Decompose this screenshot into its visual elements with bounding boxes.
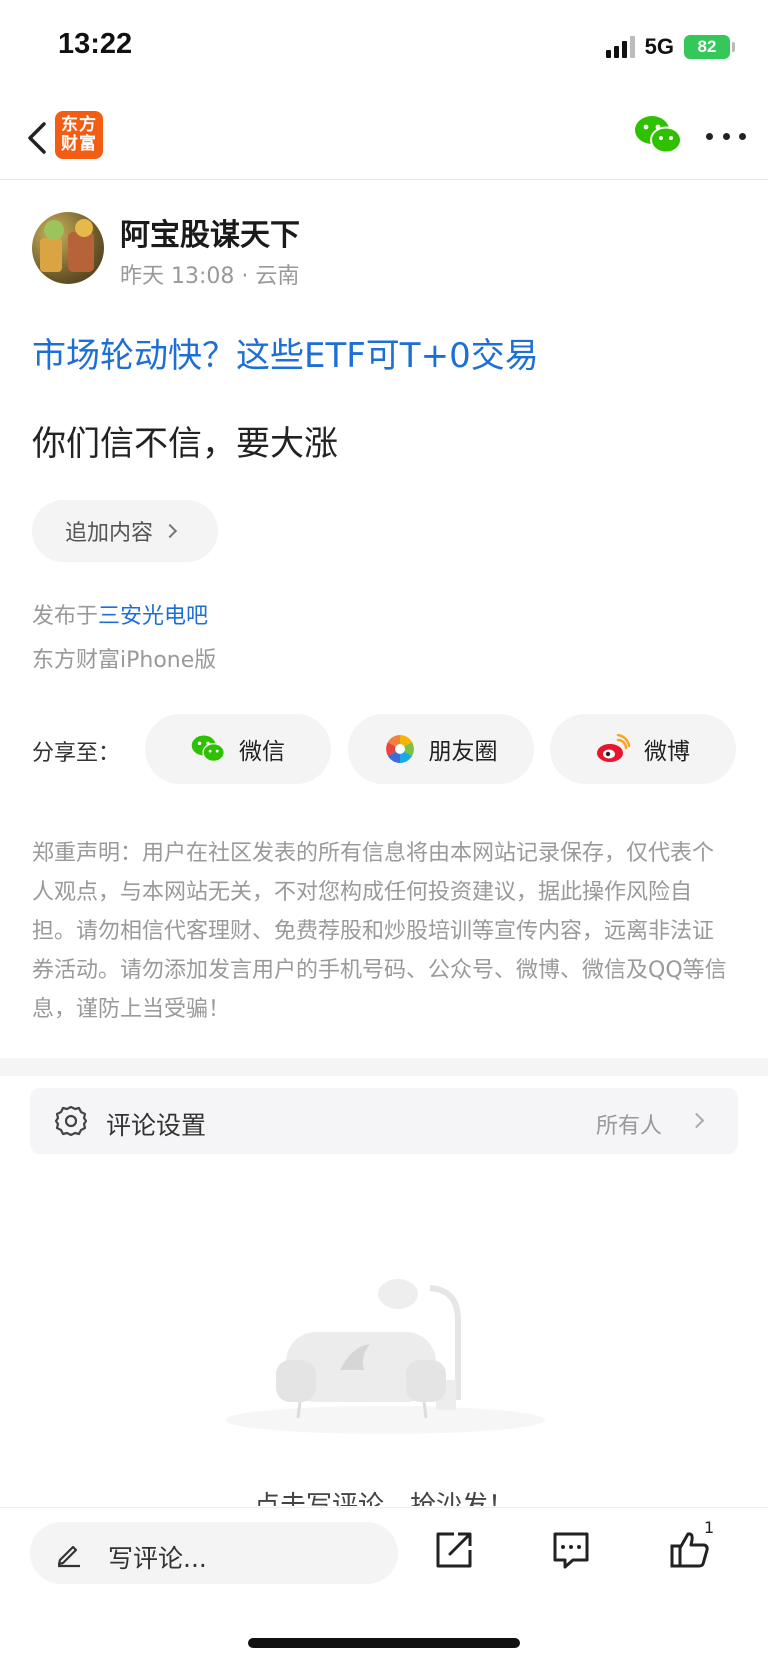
- nav-bar: 东方 财富: [0, 96, 768, 180]
- post-meta: 昨天 13:08 · 云南: [120, 264, 300, 289]
- comment-settings-row[interactable]: 评论设置 所有人: [30, 1088, 738, 1154]
- chevron-right-icon: [688, 1112, 705, 1129]
- disclaimer: 郑重声明：用户在社区发表的所有信息将由本网站记录保存，仅代表个人观点，与本网站无…: [32, 841, 727, 1022]
- post-time: 昨天 13:08: [120, 264, 235, 289]
- signal-icon: [605, 36, 635, 58]
- comment-settings-value: 所有人: [595, 1114, 662, 1139]
- share-wechat-label: 微信: [239, 739, 285, 765]
- avatar[interactable]: [32, 212, 104, 284]
- more-icon: [706, 132, 713, 140]
- empty-sofa-illustration: [225, 1279, 545, 1434]
- pen-icon: [57, 1545, 80, 1568]
- status-time: 13:22: [58, 28, 133, 60]
- weibo-icon: [597, 734, 630, 762]
- like-count: 1: [704, 1518, 715, 1537]
- comment-input-placeholder: 写评论...: [108, 1544, 207, 1573]
- wechat-icon: [635, 116, 682, 154]
- post-body: 你们信不信，要大涨: [32, 424, 338, 464]
- promo-link[interactable]: 市场轮动快？这些ETF可T+0交易: [32, 328, 539, 377]
- chevron-left-icon: [28, 122, 46, 154]
- share-weibo-button[interactable]: 微博: [550, 714, 736, 784]
- comment-settings-label: 评论设置: [106, 1111, 207, 1140]
- client-info: 东方财富iPhone版: [32, 648, 217, 673]
- status-bar: 13:22 5G 82: [0, 0, 768, 96]
- more-button[interactable]: [706, 126, 746, 146]
- section-divider: [0, 1058, 768, 1076]
- share-moments-button[interactable]: 朋友圈: [348, 714, 534, 784]
- chevron-right-icon: [162, 523, 178, 539]
- gear-icon: [54, 1105, 88, 1137]
- bar-link[interactable]: 三安光电吧: [98, 604, 208, 629]
- network-type: 5G: [644, 34, 674, 59]
- comment-icon[interactable]: [549, 1528, 593, 1572]
- share-label: 分享至：: [32, 741, 121, 766]
- battery-icon: 82: [684, 35, 735, 59]
- bottom-bar: 写评论... 1: [0, 1507, 768, 1663]
- empty-comments-text[interactable]: 点击写评论，抢沙发！: [0, 1486, 768, 1506]
- app-logo: 东方 财富: [55, 111, 103, 159]
- share-wechat-button[interactable]: 微信: [145, 714, 331, 784]
- moments-icon: [385, 735, 414, 763]
- add-content-button[interactable]: 追加内容: [32, 500, 218, 562]
- share-icon[interactable]: [432, 1528, 476, 1572]
- add-content-label: 追加内容: [65, 521, 154, 546]
- wechat-share-button[interactable]: [634, 114, 682, 156]
- post-location: 云南: [255, 264, 300, 289]
- home-indicator: [248, 1638, 520, 1648]
- share-moments-label: 朋友圈: [428, 739, 498, 765]
- posted-in: 发布于三安光电吧: [32, 604, 209, 629]
- comment-input[interactable]: 写评论...: [30, 1522, 398, 1584]
- author-name[interactable]: 阿宝股谋天下: [120, 210, 300, 254]
- wechat-icon: [191, 735, 225, 763]
- back-button[interactable]: [18, 114, 58, 162]
- share-weibo-label: 微博: [644, 739, 690, 765]
- status-indicators: 5G 82: [605, 34, 735, 60]
